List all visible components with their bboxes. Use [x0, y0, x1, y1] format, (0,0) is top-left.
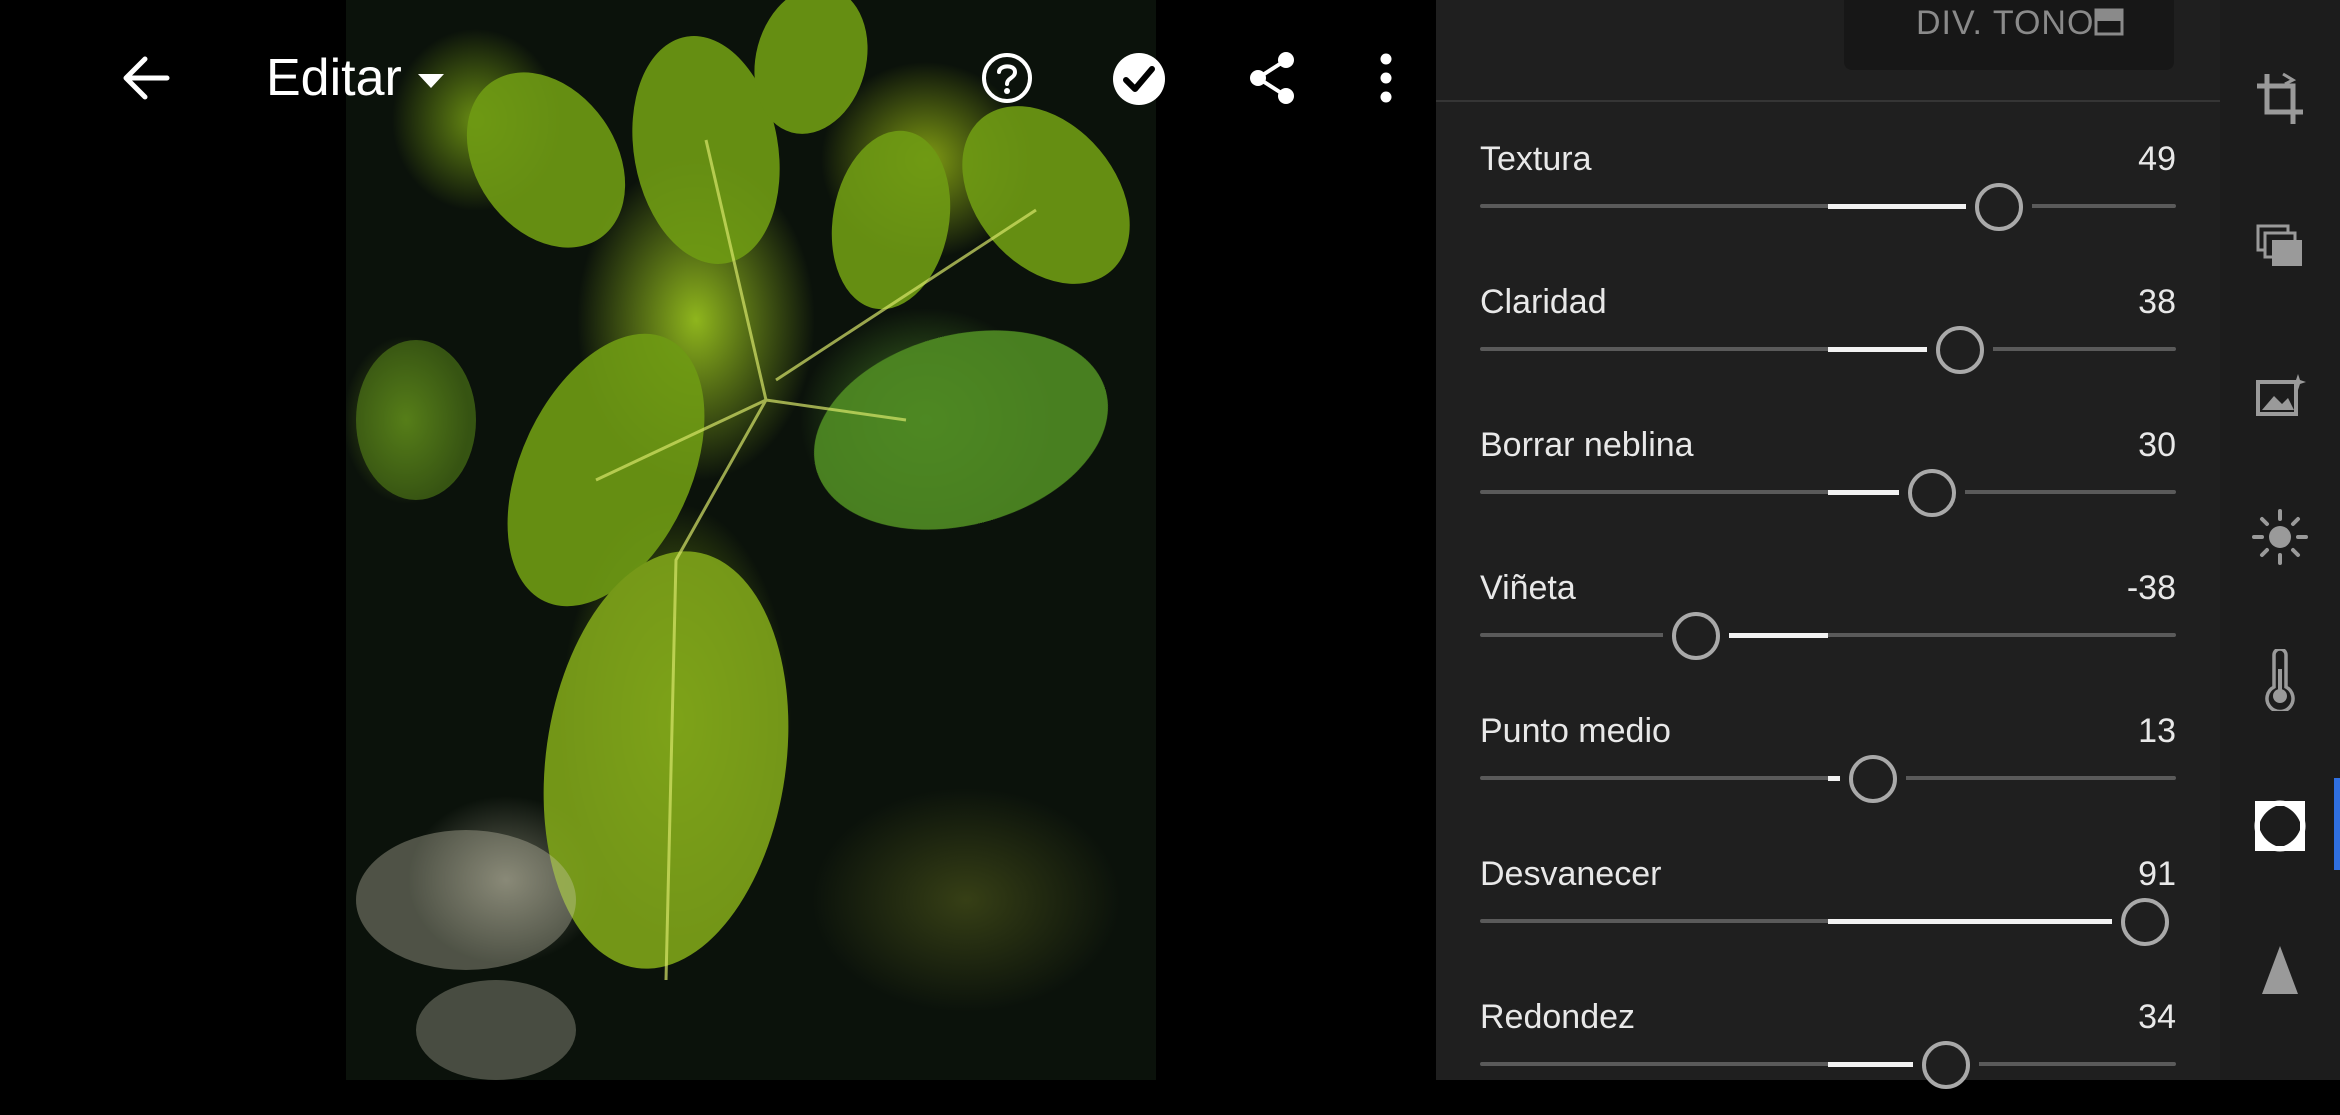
slider-handle[interactable]: [1849, 755, 1898, 803]
back-button[interactable]: [110, 42, 182, 114]
slider-label: Redondez: [1480, 998, 1636, 1036]
slider-value: 13: [2138, 712, 2176, 750]
check-circle-icon: [1113, 53, 1165, 105]
auto-tool-button[interactable]: [2250, 366, 2310, 426]
color-temperature-icon: [2265, 649, 2295, 711]
crop-tool-button[interactable]: [2250, 70, 2310, 130]
split-tone-label: DIV. TONO: [1916, 4, 2095, 42]
slider-handle[interactable]: [1922, 1041, 1971, 1089]
slider-value: -38: [2126, 569, 2176, 607]
slider-handle[interactable]: [2120, 898, 2169, 946]
help-button[interactable]: [977, 48, 1037, 108]
slider-claridad[interactable]: Claridad 38: [1480, 280, 2176, 400]
slider-handle[interactable]: [1908, 469, 1957, 517]
slider-label: Viñeta: [1480, 569, 1576, 607]
slider-value: 38: [2138, 283, 2176, 321]
help-circle-icon: [982, 53, 1032, 103]
active-tool-indicator: [2334, 778, 2340, 870]
slider-label: Punto medio: [1480, 712, 1671, 750]
arrow-left-icon: [123, 56, 170, 100]
more-options-button[interactable]: [1370, 44, 1402, 112]
light-tool-button[interactable]: [2250, 507, 2310, 567]
share-button[interactable]: [1240, 44, 1304, 112]
slider-handle[interactable]: [1974, 183, 2023, 231]
slider-handle[interactable]: [1671, 612, 1720, 660]
effects-icon: [2254, 800, 2306, 852]
done-button[interactable]: [1108, 48, 1170, 110]
slider-value: 91: [2138, 855, 2176, 893]
slider-textura[interactable]: Textura 49: [1480, 137, 2176, 257]
panel-divider: [1436, 100, 2220, 102]
detail-tool-button[interactable]: [2250, 940, 2310, 1000]
effects-tool-button[interactable]: [2250, 796, 2310, 856]
slider-label: Claridad: [1480, 283, 1607, 321]
slider-label: Textura: [1480, 140, 1592, 178]
slider-value: 34: [2138, 998, 2176, 1036]
slider-value: 30: [2138, 426, 2176, 464]
slider-handle[interactable]: [1936, 326, 1985, 374]
slider-punto-medio[interactable]: Punto medio 13: [1480, 709, 2176, 829]
presets-tool-button[interactable]: [2250, 216, 2310, 276]
slider-fill: [1828, 919, 2145, 924]
photo-preview[interactable]: [346, 0, 1156, 1080]
share-icon: [1250, 52, 1294, 104]
page-title: Editar: [266, 49, 402, 107]
caret-down-icon: [417, 74, 444, 88]
slider-vineta[interactable]: Viñeta -38: [1480, 566, 2176, 686]
slider-value: 49: [2138, 140, 2176, 178]
auto-enhance-icon: [2256, 374, 2306, 416]
tool-rail: [2220, 0, 2340, 1080]
more-vertical-icon: [1380, 53, 1392, 103]
split-view-icon: [2094, 8, 2124, 36]
slider-redondez[interactable]: Redondez 34: [1480, 995, 2176, 1115]
leaf-photo: [356, 0, 1130, 1080]
edit-mode-dropdown[interactable]: Editar: [266, 40, 444, 116]
slider-track[interactable]: [1480, 633, 2176, 637]
presets-icon: [2256, 224, 2302, 266]
slider-label: Borrar neblina: [1480, 426, 1694, 464]
edit-panel: DIV. TONO Textura 49 Claridad 38 Borrar …: [1436, 0, 2220, 1089]
slider-label: Desvanecer: [1480, 855, 1662, 893]
detail-icon: [2262, 946, 2298, 994]
slider-desvanecer[interactable]: Desvanecer 91: [1480, 852, 2178, 972]
color-tool-button[interactable]: [2250, 649, 2310, 711]
light-icon: [2252, 509, 2308, 565]
crop-icon: [2257, 72, 2303, 124]
slider-borrar-neblina[interactable]: Borrar neblina 30: [1480, 423, 2176, 543]
top-app-bar: Editar: [0, 0, 1436, 156]
